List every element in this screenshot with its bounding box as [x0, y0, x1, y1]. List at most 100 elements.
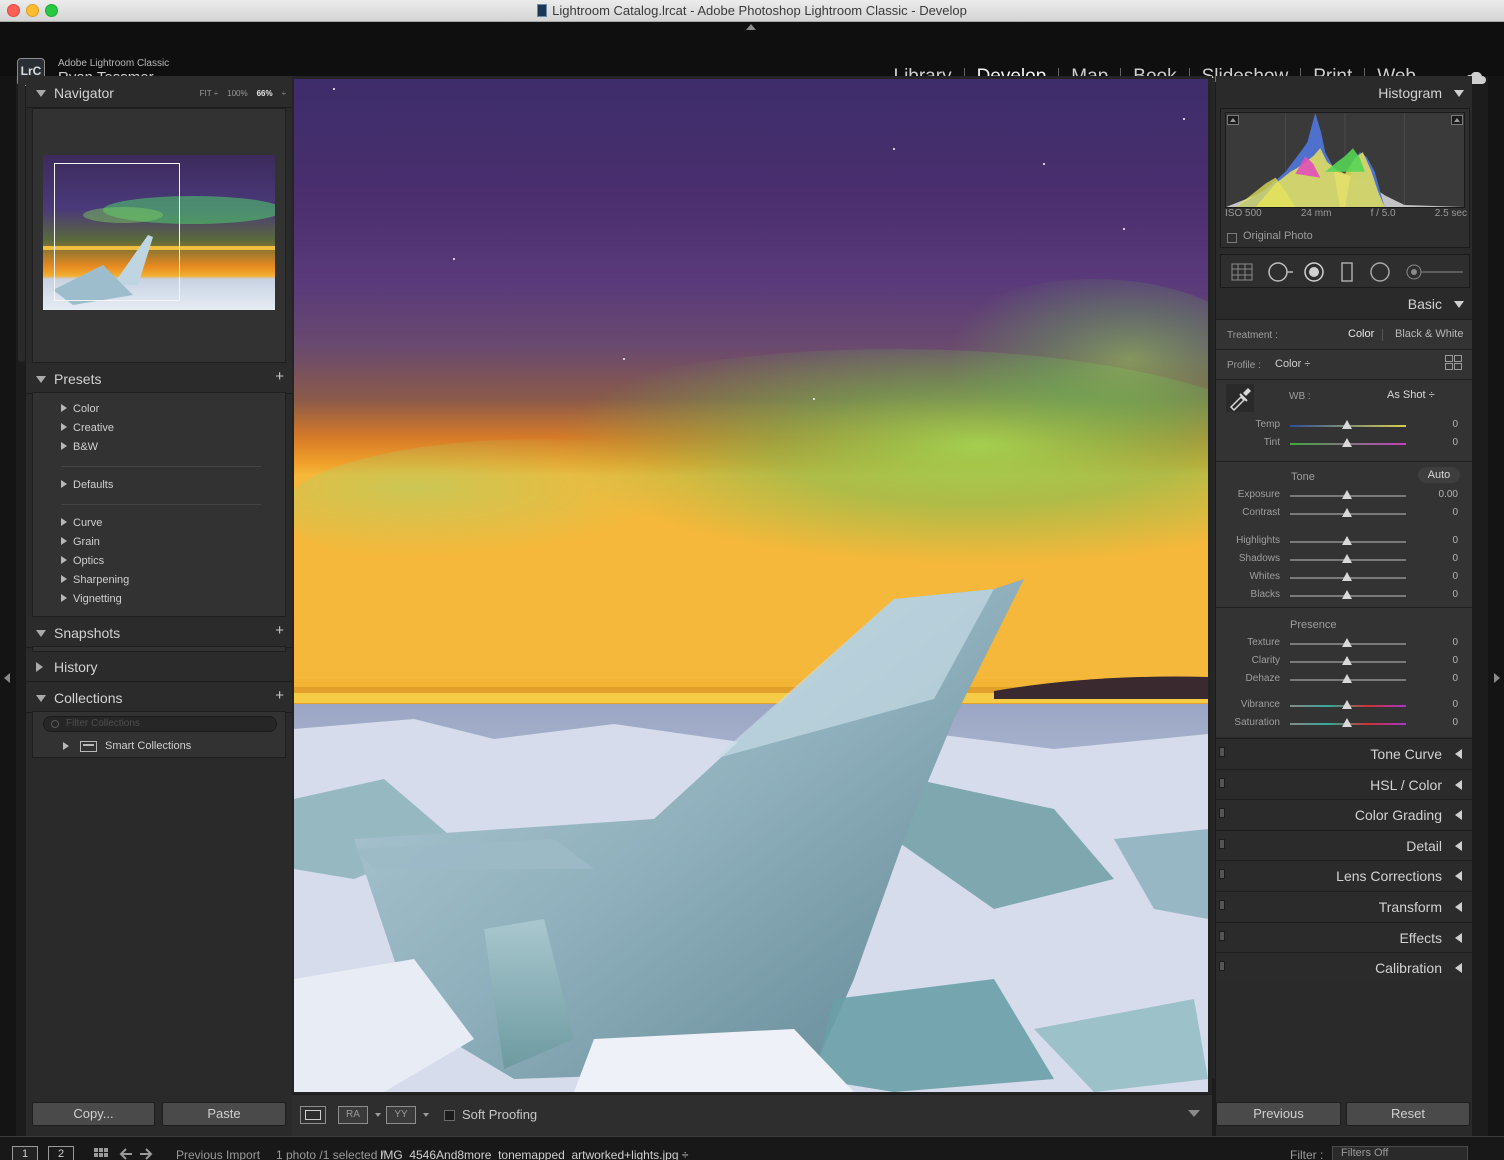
auto-tone-button[interactable]: Auto: [1418, 467, 1460, 483]
wb-select[interactable]: As Shot ÷: [1387, 389, 1435, 401]
contrast-value[interactable]: 0: [1452, 507, 1458, 518]
before-after-button[interactable]: RA: [338, 1106, 368, 1124]
white-balance-eyedropper-icon[interactable]: [1226, 384, 1254, 412]
collapse-right-icon[interactable]: [1494, 673, 1500, 683]
toolbar-menu-icon[interactable]: [1188, 1110, 1200, 1117]
tint-value[interactable]: 0: [1452, 437, 1458, 448]
filter-collections-input[interactable]: Filter Collections: [43, 716, 277, 732]
preset-group-defaults[interactable]: Defaults: [61, 479, 113, 491]
exposure-slider-thumb[interactable]: [1342, 490, 1352, 499]
preset-group-vignetting[interactable]: Vignetting: [61, 593, 122, 605]
histogram-graph[interactable]: [1225, 112, 1465, 208]
history-header[interactable]: History: [26, 652, 292, 682]
whites-slider[interactable]: [1290, 572, 1406, 581]
back-arrow-icon[interactable]: [118, 1148, 132, 1160]
panel-color-grading[interactable]: Color Grading: [1216, 799, 1472, 830]
temp-value[interactable]: 0: [1452, 419, 1458, 430]
panel-toggle-switch[interactable]: [1219, 900, 1225, 910]
right-panel-edge[interactable]: [1488, 76, 1504, 1136]
shadows-slider[interactable]: [1290, 554, 1406, 563]
radial-filter-icon[interactable]: [1369, 261, 1391, 283]
secondary-window-button[interactable]: 2: [48, 1146, 74, 1160]
graduated-filter-icon[interactable]: [1339, 261, 1355, 283]
preset-group-optics[interactable]: Optics: [61, 555, 104, 567]
profile-select[interactable]: Color ÷: [1275, 358, 1310, 370]
smart-collections-item[interactable]: Smart Collections: [63, 740, 191, 752]
snapshots-header[interactable]: Snapshots +: [26, 618, 292, 648]
treatment-bw-option[interactable]: Black & White: [1395, 328, 1463, 340]
shadow-clipping-icon[interactable]: [1227, 115, 1239, 125]
navigator-header[interactable]: Navigator FIT ÷ 100% 66% ÷: [26, 78, 292, 108]
filename[interactable]: IMG_4546And8more_tonemapped_artworked+li…: [380, 1148, 688, 1160]
navigator-preview[interactable]: [32, 108, 286, 363]
vibrance-slider-thumb[interactable]: [1342, 700, 1352, 709]
panel-detail[interactable]: Detail: [1216, 829, 1472, 860]
filter-select[interactable]: Filters Off: [1332, 1146, 1468, 1160]
panel-toggle-switch[interactable]: [1219, 747, 1225, 757]
saturation-slider[interactable]: [1290, 718, 1406, 727]
left-panel-edge[interactable]: [0, 76, 16, 1136]
main-window-button[interactable]: 1: [12, 1146, 38, 1160]
tint-slider-thumb[interactable]: [1342, 438, 1352, 447]
whites-value[interactable]: 0: [1452, 571, 1458, 582]
navigator-viewport-rect[interactable]: [54, 163, 180, 301]
add-collection-icon[interactable]: +: [275, 687, 284, 704]
exposure-slider[interactable]: [1290, 490, 1406, 499]
preset-group-color[interactable]: Color: [61, 403, 99, 415]
panel-toggle-switch[interactable]: [1219, 838, 1225, 849]
reset-button[interactable]: Reset: [1346, 1102, 1470, 1126]
basic-header[interactable]: Basic: [1216, 289, 1472, 319]
saturation-value[interactable]: 0: [1452, 717, 1458, 728]
treatment-color-option[interactable]: Color: [1348, 328, 1374, 340]
contrast-slider-thumb[interactable]: [1342, 508, 1352, 517]
highlights-value[interactable]: 0: [1452, 535, 1458, 546]
vibrance-value[interactable]: 0: [1452, 699, 1458, 710]
forward-arrow-icon[interactable]: [140, 1148, 154, 1160]
panel-toggle-switch[interactable]: [1219, 869, 1225, 880]
histogram[interactable]: ISO 500 24 mm f / 5.0 2.5 sec Original P…: [1220, 108, 1470, 248]
histogram-header[interactable]: Histogram: [1216, 78, 1472, 108]
top-panel-toggle-icon[interactable]: [746, 24, 756, 30]
grid-view-icon[interactable]: [94, 1148, 108, 1160]
vibrance-slider[interactable]: [1290, 700, 1406, 709]
profile-browser-icon[interactable]: [1445, 355, 1462, 370]
panel-tone-curve[interactable]: Tone Curve: [1216, 738, 1472, 768]
left-scrollbar[interactable]: [18, 78, 25, 362]
clarity-slider-thumb[interactable]: [1342, 656, 1352, 665]
chevron-down-icon[interactable]: [423, 1113, 429, 1117]
contrast-slider[interactable]: [1290, 508, 1406, 517]
blacks-value[interactable]: 0: [1452, 589, 1458, 600]
copy-button[interactable]: Copy...: [32, 1102, 155, 1126]
texture-value[interactable]: 0: [1452, 637, 1458, 648]
highlights-slider[interactable]: [1290, 536, 1406, 545]
exposure-value[interactable]: 0.00: [1439, 489, 1458, 500]
collections-header[interactable]: Collections +: [26, 683, 292, 713]
panel-toggle-switch[interactable]: [1219, 961, 1225, 972]
previous-button[interactable]: Previous: [1216, 1102, 1341, 1126]
preset-group-b-w[interactable]: B&W: [61, 441, 98, 453]
original-photo-checkbox[interactable]: [1227, 233, 1237, 243]
chevron-down-icon[interactable]: [375, 1113, 381, 1117]
panel-transform[interactable]: Transform: [1216, 891, 1472, 921]
before-after-swap-button[interactable]: YY: [386, 1106, 416, 1124]
clarity-slider[interactable]: [1290, 656, 1406, 665]
soft-proofing-checkbox[interactable]: [444, 1110, 455, 1121]
main-photo[interactable]: [294, 79, 1208, 1092]
shadows-slider-thumb[interactable]: [1342, 554, 1352, 563]
panel-toggle-switch[interactable]: [1219, 930, 1225, 941]
filmstrip-source[interactable]: Previous Import: [176, 1148, 260, 1160]
tint-slider[interactable]: [1290, 438, 1406, 447]
saturation-slider-thumb[interactable]: [1342, 718, 1352, 727]
dehaze-value[interactable]: 0: [1452, 673, 1458, 684]
presets-header[interactable]: Presets +: [26, 364, 292, 394]
zoom-fit-option[interactable]: FIT ÷: [200, 89, 218, 98]
paste-button[interactable]: Paste: [162, 1102, 286, 1126]
right-scrollbar[interactable]: [1212, 78, 1215, 1078]
panel-toggle-switch[interactable]: [1219, 777, 1225, 788]
panel-effects[interactable]: Effects: [1216, 921, 1472, 952]
preset-group-curve[interactable]: Curve: [61, 517, 102, 529]
red-eye-icon[interactable]: [1303, 261, 1325, 283]
preset-group-sharpening[interactable]: Sharpening: [61, 574, 129, 586]
dehaze-slider[interactable]: [1290, 674, 1406, 683]
highlight-clipping-icon[interactable]: [1451, 115, 1463, 125]
